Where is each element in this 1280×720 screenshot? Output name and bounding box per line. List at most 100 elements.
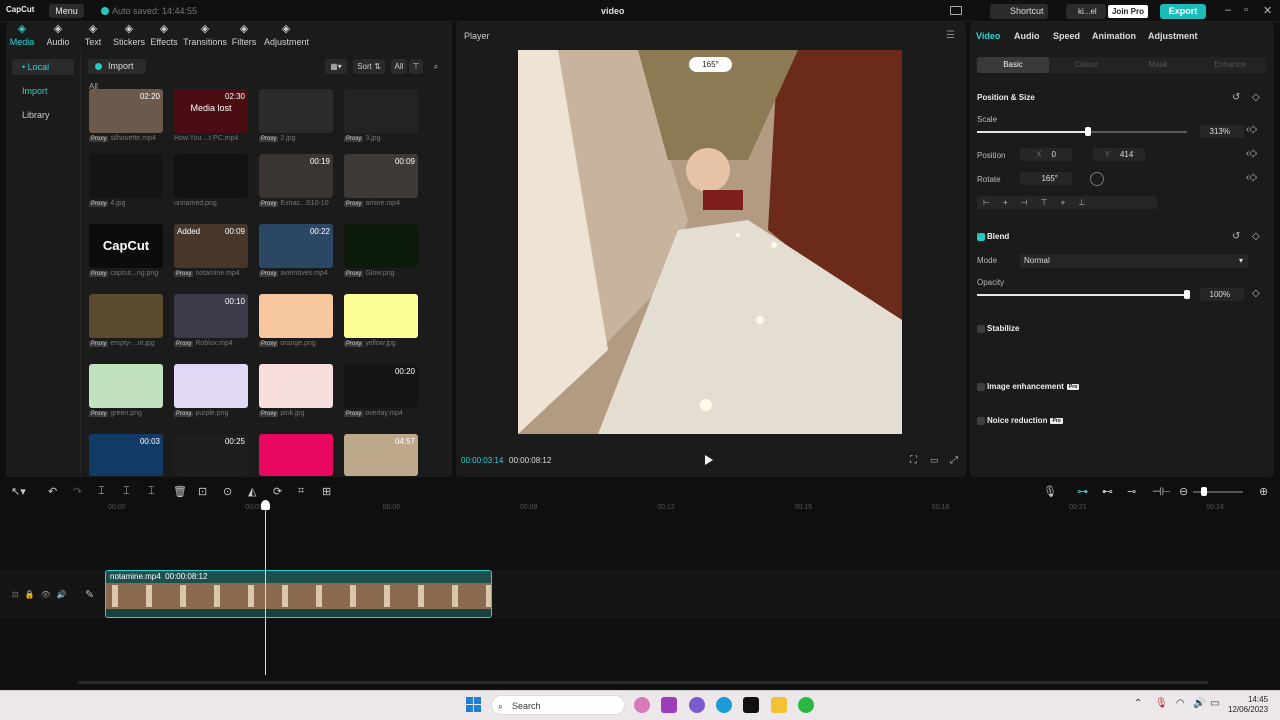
select-tool-icon[interactable]: ↖▾ bbox=[11, 485, 26, 498]
player-menu-icon[interactable]: ☰ bbox=[946, 30, 955, 41]
ratio-icon[interactable]: ▭ bbox=[930, 455, 939, 466]
subtab-mask[interactable]: Mask bbox=[1122, 57, 1194, 73]
opacity-value-field[interactable]: 100% bbox=[1200, 288, 1244, 301]
media-thumbnail[interactable]: 02:30 Media lost bbox=[174, 89, 248, 133]
shortcut-button[interactable]: Shortcut bbox=[990, 4, 1048, 19]
media-thumbnail[interactable]: 00:09 bbox=[344, 154, 418, 198]
clock[interactable]: 14:45 12/06/2023 bbox=[1228, 695, 1268, 715]
taskbar-search[interactable]: ⌕ Search bbox=[491, 695, 625, 715]
rotate-keyframe-icon[interactable]: ‹◇ bbox=[1246, 172, 1257, 183]
media-thumbnail[interactable] bbox=[89, 364, 163, 408]
playhead-handle[interactable] bbox=[261, 500, 270, 510]
delete-icon[interactable]: 🗑 bbox=[173, 485, 187, 498]
media-thumbnail[interactable]: 02:20 bbox=[89, 89, 163, 133]
rotate-field[interactable]: 165° bbox=[1020, 172, 1072, 185]
split-icon[interactable]: ⌶ bbox=[98, 485, 105, 498]
tab-video[interactable]: Video bbox=[976, 31, 1000, 41]
scale-value-field[interactable]: 313% bbox=[1200, 125, 1244, 138]
zoom-out-icon[interactable]: ⊖ bbox=[1179, 485, 1188, 498]
position-x-field[interactable]: X0 bbox=[1020, 148, 1072, 161]
reverse-icon[interactable]: ⊙ bbox=[223, 485, 232, 498]
noise-reduction-checkbox[interactable] bbox=[977, 417, 985, 425]
media-thumbnail[interactable]: 04:57 bbox=[344, 434, 418, 476]
opacity-slider-knob[interactable] bbox=[1184, 290, 1190, 299]
undo-icon[interactable]: ↶ bbox=[48, 485, 57, 498]
microphone-icon[interactable]: 🎙 bbox=[1043, 485, 1057, 498]
auto-reframe-icon[interactable]: ⊞ bbox=[322, 485, 331, 498]
volume-icon[interactable]: 🔊 bbox=[1193, 698, 1205, 709]
rotate-dial-icon[interactable] bbox=[1090, 172, 1104, 186]
user-account[interactable]: ki...el bbox=[1066, 4, 1106, 19]
media-thumbnail[interactable] bbox=[259, 434, 333, 476]
tab-effects[interactable]: ◈ Effects bbox=[142, 24, 186, 48]
fullscreen-icon[interactable]: ⤢ bbox=[950, 455, 958, 466]
media-thumbnail[interactable]: 00:10 bbox=[174, 294, 248, 338]
taskbar-app-icon[interactable] bbox=[634, 697, 650, 713]
filter-icon[interactable]: ⊤ bbox=[409, 59, 423, 74]
freeze-icon[interactable]: ⊡ bbox=[198, 485, 207, 498]
sidebar-item-library[interactable]: Library bbox=[12, 107, 74, 123]
play-icon[interactable] bbox=[705, 455, 713, 465]
media-thumbnail[interactable]: CapCut bbox=[89, 224, 163, 268]
track-controls[interactable]: ⊡🔒👁🔊 bbox=[12, 590, 73, 599]
media-thumbnail[interactable]: 00:09 Added bbox=[174, 224, 248, 268]
magnet-icon[interactable]: ⊶ bbox=[1077, 485, 1088, 498]
split-audio-icon[interactable]: ⊣⊢ bbox=[1152, 485, 1171, 498]
tab-transitions[interactable]: ◈ Transitions bbox=[183, 24, 227, 48]
media-thumbnail[interactable]: 00:03 bbox=[89, 434, 163, 476]
split-right-icon[interactable]: ⌶ bbox=[148, 485, 155, 498]
zoom-in-icon[interactable]: ⊕ bbox=[1259, 485, 1268, 498]
blend-checkbox[interactable] bbox=[977, 233, 985, 241]
align-toolbar[interactable]: ⊢+⊣⊤+⊥ bbox=[977, 196, 1157, 209]
mode-select[interactable]: Normal ▾ bbox=[1020, 254, 1248, 268]
edit-cover-icon[interactable]: ✎ bbox=[85, 588, 94, 601]
view-grid-icon[interactable]: ▦▾ bbox=[325, 59, 347, 74]
all-filter-button[interactable]: All bbox=[391, 59, 407, 74]
scale-slider-knob[interactable] bbox=[1085, 127, 1091, 136]
join-pro-button[interactable]: Join Pro bbox=[1108, 5, 1148, 18]
crop-icon[interactable]: ⌗ bbox=[298, 485, 304, 498]
media-thumbnail[interactable]: 00:20 bbox=[344, 364, 418, 408]
image-enhancement-checkbox[interactable] bbox=[977, 383, 985, 391]
video-preview[interactable] bbox=[518, 50, 902, 434]
opacity-keyframe-icon[interactable]: ◇ bbox=[1252, 288, 1260, 299]
media-thumbnail[interactable] bbox=[174, 364, 248, 408]
wifi-icon[interactable]: ◠ bbox=[1176, 698, 1185, 709]
export-button[interactable]: Export bbox=[1160, 4, 1206, 19]
media-thumbnail[interactable] bbox=[89, 294, 163, 338]
timeline-ruler[interactable] bbox=[0, 502, 1280, 514]
media-thumbnail[interactable]: 00:19 bbox=[259, 154, 333, 198]
import-button[interactable]: Import bbox=[88, 59, 146, 74]
subtab-basic[interactable]: Basic bbox=[977, 57, 1049, 73]
zoom-slider-knob[interactable] bbox=[1201, 487, 1207, 496]
media-thumbnail[interactable] bbox=[344, 89, 418, 133]
media-thumbnail[interactable] bbox=[89, 154, 163, 198]
playhead[interactable] bbox=[265, 502, 266, 675]
blend-keyframe-icon[interactable]: ◇ bbox=[1252, 231, 1260, 242]
maximize-icon[interactable]: ▫ bbox=[1244, 4, 1248, 16]
sort-button[interactable]: Sort ⇅ bbox=[353, 59, 385, 74]
sidebar-item-local[interactable]: • Local bbox=[12, 59, 74, 75]
media-thumbnail[interactable]: 00:25 bbox=[174, 434, 248, 476]
tab-animation[interactable]: Animation bbox=[1092, 31, 1136, 41]
file-explorer-icon[interactable] bbox=[771, 697, 787, 713]
tab-adjustment[interactable]: ◈ Adjustment bbox=[264, 24, 309, 48]
start-icon[interactable] bbox=[466, 697, 481, 712]
media-thumbnail[interactable] bbox=[259, 364, 333, 408]
taskbar-app-icon[interactable] bbox=[661, 697, 677, 713]
tab-filters[interactable]: ◈ Filters bbox=[222, 24, 266, 48]
timeline-scrollbar[interactable] bbox=[78, 681, 1208, 684]
stabilize-checkbox[interactable] bbox=[977, 325, 985, 333]
tab-audio[interactable]: Audio bbox=[1014, 31, 1040, 41]
discord-icon[interactable] bbox=[689, 697, 705, 713]
chain-icon[interactable]: ⊸ bbox=[1127, 485, 1136, 498]
link-icon[interactable]: ⊷ bbox=[1102, 485, 1113, 498]
subtab-colour[interactable]: Colour bbox=[1050, 57, 1122, 73]
media-thumbnail[interactable] bbox=[259, 294, 333, 338]
layout-icon[interactable] bbox=[950, 6, 962, 15]
media-thumbnail[interactable]: 00:22 bbox=[259, 224, 333, 268]
battery-icon[interactable]: ▭ bbox=[1210, 698, 1219, 709]
media-thumbnail[interactable] bbox=[174, 154, 248, 198]
fit-icon[interactable]: ⛶ bbox=[910, 455, 917, 466]
mirror-icon[interactable]: ◭ bbox=[248, 485, 256, 498]
